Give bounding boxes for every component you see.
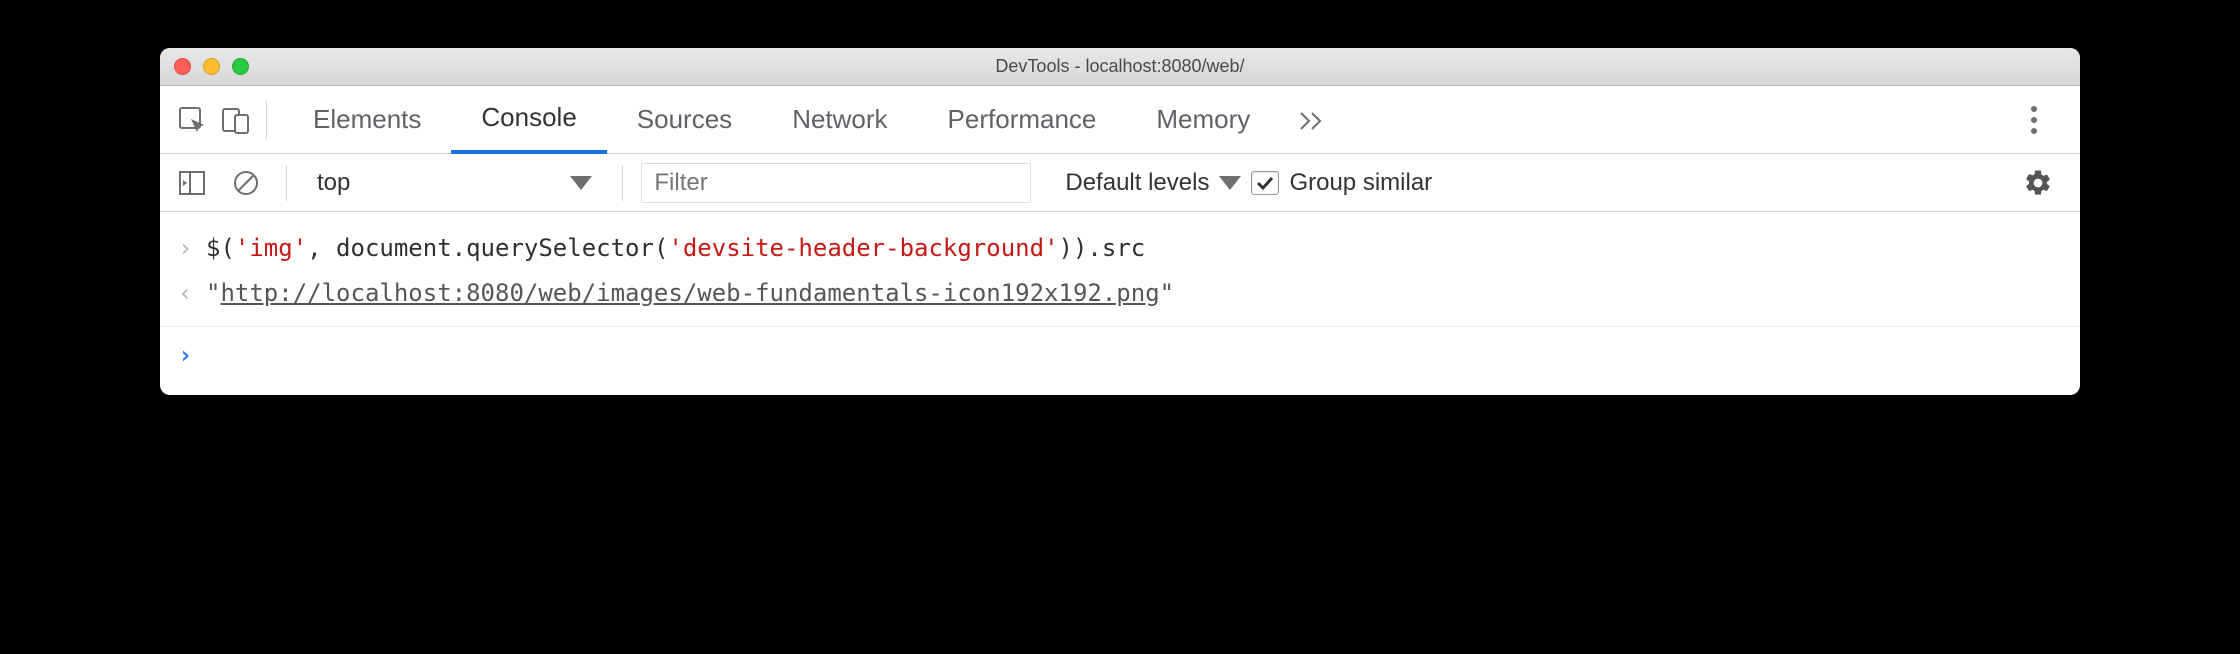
clear-console-icon[interactable]: [224, 161, 268, 205]
console-toolbar: top Default levels Group similar: [160, 154, 2080, 212]
separator: [286, 165, 287, 201]
output-chevron-icon: ‹: [178, 273, 206, 314]
tab-bar: Elements Console Sources Network Perform…: [160, 86, 2080, 154]
sidebar-toggle-icon[interactable]: [170, 161, 214, 205]
group-similar-label: Group similar: [1289, 169, 1432, 197]
separator: [266, 100, 267, 140]
context-label: top: [317, 169, 350, 197]
chevron-down-icon: [570, 176, 592, 190]
console-prompt-row[interactable]: ›: [160, 333, 2080, 378]
gear-icon[interactable]: [2016, 161, 2060, 205]
tab-elements[interactable]: Elements: [283, 86, 451, 154]
group-similar-checkbox[interactable]: [1251, 171, 1279, 195]
input-chevron-icon: ›: [178, 228, 206, 269]
tab-memory[interactable]: Memory: [1126, 86, 1280, 154]
more-tabs-icon[interactable]: [1290, 98, 1334, 142]
prompt-chevron-icon: ›: [178, 335, 206, 376]
device-toggle-icon[interactable]: [214, 98, 258, 142]
minimize-icon[interactable]: [203, 58, 220, 75]
separator: [622, 165, 623, 201]
levels-label: Default levels: [1065, 169, 1209, 197]
filter-input[interactable]: [641, 163, 1031, 203]
inspect-icon[interactable]: [170, 98, 214, 142]
context-selector[interactable]: top: [305, 169, 604, 197]
zoom-icon[interactable]: [232, 58, 249, 75]
console-body: › $('img', document.querySelector('devsi…: [160, 212, 2080, 395]
console-input-code[interactable]: $('img', document.querySelector('devsite…: [206, 228, 1145, 269]
kebab-menu-icon[interactable]: [2012, 98, 2056, 142]
console-output-row: ‹ "http://localhost:8080/web/images/web-…: [160, 271, 2080, 316]
window-title: DevTools - localhost:8080/web/: [160, 56, 2080, 77]
console-input-row: › $('img', document.querySelector('devsi…: [160, 226, 2080, 271]
tab-sources[interactable]: Sources: [607, 86, 762, 154]
close-icon[interactable]: [174, 58, 191, 75]
tab-console[interactable]: Console: [451, 86, 606, 154]
devtools-window: DevTools - localhost:8080/web/ Elements …: [160, 48, 2080, 395]
console-output[interactable]: "http://localhost:8080/web/images/web-fu…: [206, 273, 1174, 314]
tab-performance[interactable]: Performance: [918, 86, 1127, 154]
chevron-down-icon: [1219, 176, 1241, 190]
window-controls: [160, 58, 249, 75]
titlebar: DevTools - localhost:8080/web/: [160, 48, 2080, 86]
log-levels-selector[interactable]: Default levels: [1065, 169, 1241, 197]
tab-network[interactable]: Network: [762, 86, 917, 154]
